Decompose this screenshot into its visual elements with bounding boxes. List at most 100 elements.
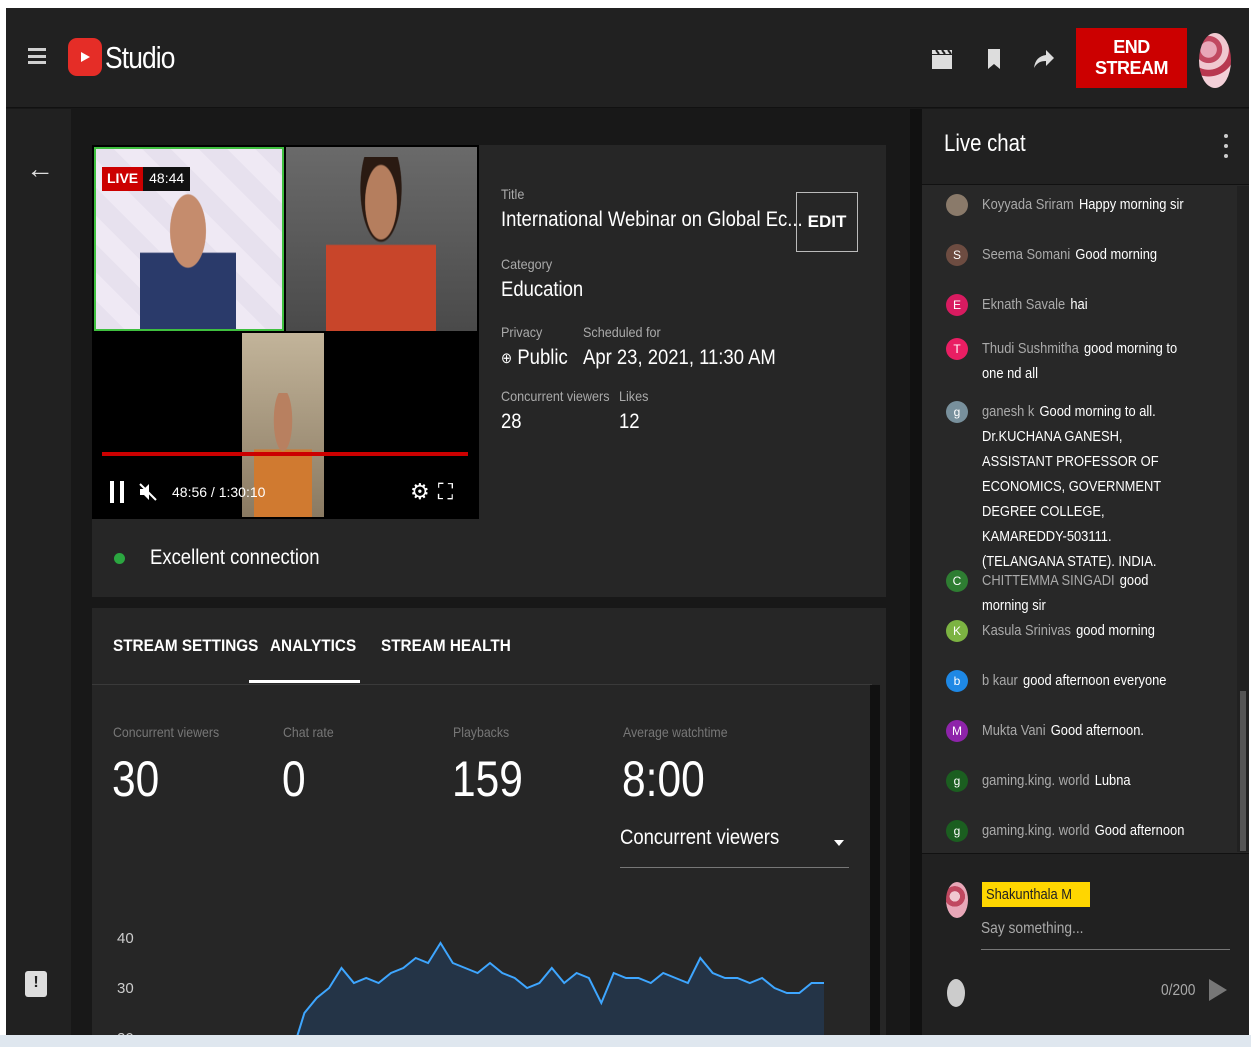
- chat-text: Good afternoon.: [1050, 722, 1144, 739]
- chat-message: Koyyada Sriram Happy morning sir: [946, 192, 1226, 217]
- metric-value: 30: [112, 751, 160, 807]
- tab-divider: [92, 684, 872, 685]
- edit-button[interactable]: EDIT: [796, 192, 858, 252]
- chat-avatar[interactable]: K: [946, 620, 968, 642]
- viewers-label: Concurrent viewers: [501, 388, 610, 404]
- feedback-icon[interactable]: !: [25, 971, 47, 997]
- os-taskbar: [0, 1035, 1251, 1047]
- chat-message-body: Koyyada Sriram Happy morning sir: [982, 192, 1192, 217]
- chat-avatar[interactable]: g: [946, 820, 968, 842]
- chat-title: Live chat: [944, 130, 1026, 157]
- chat-message-body: gaming.king. world Lubna: [982, 768, 1192, 793]
- chat-author[interactable]: gaming.king. world: [982, 822, 1090, 839]
- chat-author[interactable]: Mukta Vani: [982, 722, 1046, 739]
- chat-text: Good morning to all. Dr.KUCHANA GANESH, …: [982, 403, 1161, 570]
- chat-message: E Eknath Savale hai: [946, 292, 1226, 317]
- stream-title: International Webinar on Global Ec...: [501, 208, 803, 231]
- metric-label: Average watchtime: [623, 724, 728, 740]
- chevron-down-icon: [834, 840, 844, 846]
- panel-divider: [910, 109, 922, 1035]
- chat-input[interactable]: Say something...: [981, 920, 1230, 950]
- likes-label: Likes: [619, 388, 649, 404]
- chat-text: hai: [1070, 296, 1088, 313]
- chat-message-body: Thudi Sushmitha good morning to one nd al…: [982, 336, 1192, 386]
- chat-avatar[interactable]: [946, 194, 968, 216]
- chat-avatar[interactable]: M: [946, 720, 968, 742]
- chat-author[interactable]: Kasula Srinivas: [982, 622, 1071, 639]
- end-stream-button[interactable]: END STREAM: [1076, 28, 1187, 88]
- youtube-logo-icon[interactable]: [68, 38, 102, 76]
- privacy-value: Public: [517, 346, 568, 369]
- emoji-icon[interactable]: [947, 979, 965, 1007]
- chat-text: good afternoon everyone: [1023, 672, 1167, 689]
- chat-text: Lubna: [1094, 772, 1131, 789]
- chat-author[interactable]: ganesh k: [982, 403, 1034, 420]
- metric-label: Chat rate: [283, 724, 334, 740]
- chat-message-body: Mukta Vani Good afternoon.: [982, 718, 1192, 743]
- chat-scroll-thumb[interactable]: [1240, 691, 1246, 851]
- metric-label: Concurrent viewers: [113, 724, 220, 740]
- likes-value: 12: [619, 410, 640, 433]
- chat-message-body: Eknath Savale hai: [982, 292, 1192, 317]
- share-icon[interactable]: [1033, 48, 1055, 70]
- chat-avatar[interactable]: g: [946, 401, 968, 423]
- clapperboard-icon[interactable]: [931, 48, 953, 70]
- chat-message-body: ganesh k Good morning to all. Dr.KUCHANA …: [982, 399, 1192, 574]
- send-icon[interactable]: [1209, 979, 1227, 1001]
- chat-avatar[interactable]: E: [946, 294, 968, 316]
- account-avatar[interactable]: [1199, 33, 1231, 88]
- chat-author[interactable]: Seema Somani: [982, 246, 1070, 263]
- user-name-badge: Shakunthala M: [982, 882, 1091, 907]
- fullscreen-icon[interactable]: ⛶: [438, 479, 453, 505]
- y-tick-label: 40: [117, 930, 134, 947]
- analytics-scrollbar[interactable]: [870, 685, 880, 1035]
- chat-text: Good afternoon: [1094, 822, 1185, 839]
- privacy-label: Privacy: [501, 324, 543, 340]
- connection-status-dot: [114, 553, 125, 564]
- chat-author[interactable]: b kaur: [982, 672, 1018, 689]
- menu-icon[interactable]: [28, 48, 46, 64]
- chat-author[interactable]: Thudi Sushmitha: [982, 340, 1079, 357]
- chat-avatar[interactable]: g: [946, 770, 968, 792]
- more-options-icon[interactable]: [1224, 134, 1228, 158]
- chat-scrollbar[interactable]: [1237, 186, 1249, 852]
- time-display: 48:56 / 1:30:10: [172, 484, 266, 500]
- top-bar: Studio END STREAM: [6, 8, 1249, 108]
- viewers-value: 28: [501, 410, 522, 433]
- chat-author[interactable]: CHITTEMMA SINGADI: [982, 572, 1115, 589]
- live-badge: LIVE 48:44: [102, 167, 191, 191]
- chat-message: g gaming.king. world Good afternoon: [946, 818, 1226, 843]
- category-label: Category: [501, 256, 553, 272]
- metric-dropdown[interactable]: Concurrent viewers: [620, 826, 849, 868]
- studio-window: Studio END STREAM ← ! LIVE 48:44 48:56 /…: [6, 8, 1249, 1035]
- chat-message: g ganesh k Good morning to all. Dr.KUCHANA…: [946, 399, 1226, 574]
- progress-bar[interactable]: [102, 452, 468, 456]
- chat-text: Good morning: [1075, 246, 1158, 263]
- video-preview[interactable]: LIVE 48:44 48:56 / 1:30:10 ⚙ ⛶: [92, 145, 479, 519]
- chat-avatar[interactable]: C: [946, 570, 968, 592]
- dropdown-selected: Concurrent viewers: [620, 826, 780, 849]
- char-counter: 0/200: [1161, 982, 1196, 999]
- tab-stream-health[interactable]: STREAM HEALTH: [381, 636, 511, 656]
- chat-text: Happy morning sir: [1078, 196, 1184, 213]
- bookmark-icon[interactable]: [983, 48, 1005, 70]
- settings-gear-icon[interactable]: ⚙: [410, 479, 430, 505]
- tab-stream-settings[interactable]: STREAM SETTINGS: [113, 636, 258, 656]
- chat-message-body: Seema Somani Good morning: [982, 242, 1192, 267]
- chat-avatar[interactable]: b: [946, 670, 968, 692]
- tab-analytics[interactable]: ANALYTICS: [270, 636, 356, 656]
- chat-author[interactable]: gaming.king. world: [982, 772, 1090, 789]
- chat-message: g gaming.king. world Lubna: [946, 768, 1226, 793]
- left-nav: [6, 109, 71, 1035]
- user-avatar: [946, 882, 968, 918]
- back-arrow-icon[interactable]: ←: [26, 153, 54, 185]
- mute-icon[interactable]: [138, 482, 158, 502]
- chat-author[interactable]: Koyyada Sriram: [982, 196, 1074, 213]
- metric-value: 159: [452, 751, 523, 807]
- connection-status: Excellent connection: [150, 546, 320, 569]
- pause-icon[interactable]: [110, 481, 124, 503]
- chat-avatar[interactable]: S: [946, 244, 968, 266]
- chat-avatar[interactable]: T: [946, 338, 968, 360]
- chart-area: [292, 943, 824, 1035]
- chat-author[interactable]: Eknath Savale: [982, 296, 1065, 313]
